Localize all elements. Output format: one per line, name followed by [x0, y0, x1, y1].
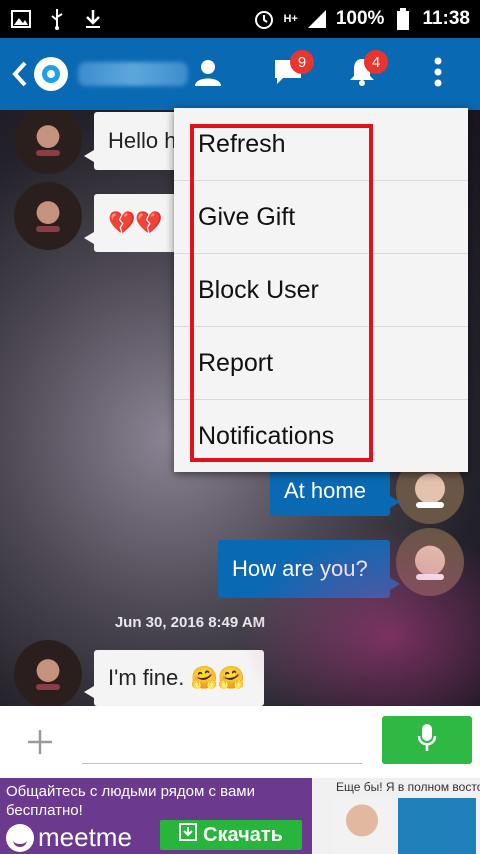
profile-icon: [194, 58, 222, 91]
message-text: At home: [284, 478, 366, 503]
microphone-icon: [417, 723, 437, 758]
message-text: I'm fine. 🤗🤗: [108, 665, 246, 690]
ad-brand: meetme: [38, 822, 132, 852]
notifications-button[interactable]: 4: [340, 50, 388, 96]
message-text: 💔💔: [108, 210, 163, 235]
status-bar: H+ 100% 11:38: [0, 0, 480, 38]
menu-item-block-user[interactable]: Block User: [174, 254, 468, 327]
overflow-menu-button[interactable]: [416, 52, 460, 96]
app-bar: 9 4: [0, 38, 480, 110]
avatar[interactable]: [14, 110, 82, 174]
avatar[interactable]: [396, 528, 464, 596]
battery-percent: 100%: [335, 8, 385, 29]
usb-icon: [46, 8, 68, 30]
chat-badge: 9: [290, 50, 314, 74]
menu-item-report[interactable]: Report: [174, 327, 468, 400]
clock: 11:38: [422, 8, 470, 29]
date-separator: Jun 30, 2016 8:49 AM: [114, 614, 266, 631]
ad-banner[interactable]: Общайтесь с людьми рядом с вами бесплатн…: [0, 778, 480, 854]
overflow-menu: Refresh Give Gift Block User Report Noti…: [174, 108, 468, 472]
gallery-icon: [10, 8, 32, 30]
back-arrow-icon[interactable]: [8, 54, 32, 94]
message-bubble-incoming[interactable]: I'm fine. 🤗🤗: [84, 650, 264, 706]
ad-logo: meetme: [6, 822, 132, 853]
download-box-icon: [179, 823, 198, 847]
message-text: How are you?: [232, 556, 368, 581]
meetme-face-icon: [6, 823, 34, 852]
ad-download-button[interactable]: Скачать: [160, 820, 302, 850]
signal-icon: [306, 8, 328, 30]
ad-photo-caption: Еще бы! Я в полном восто: [336, 780, 480, 794]
ad-photo-frame: [398, 798, 476, 854]
message-bubble-outgoing[interactable]: How are you?: [218, 540, 400, 598]
messages-button[interactable]: 9: [266, 50, 314, 96]
alarm-icon: [253, 8, 275, 30]
avatar[interactable]: [14, 182, 82, 250]
battery-icon: [392, 8, 414, 30]
message-input-bar: [0, 706, 480, 778]
plus-icon[interactable]: [20, 722, 60, 762]
download-icon: [82, 8, 104, 30]
overflow-menu-icon: [434, 57, 442, 92]
menu-item-notifications[interactable]: Notifications: [174, 400, 468, 473]
message-input[interactable]: [82, 720, 362, 764]
chat-partner-name[interactable]: [78, 62, 188, 86]
menu-item-refresh[interactable]: Refresh: [174, 108, 468, 181]
menu-item-give-gift[interactable]: Give Gift: [174, 181, 468, 254]
notification-badge: 4: [364, 50, 388, 74]
ad-photo-person: [332, 798, 392, 854]
ad-image: Еще бы! Я в полном восто: [312, 778, 480, 854]
ad-text: Общайтесь с людьми рядом с вами бесплатн…: [6, 783, 255, 819]
profile-button[interactable]: [186, 52, 230, 96]
avatar[interactable]: [14, 640, 82, 706]
message-bubble-outgoing[interactable]: At home: [270, 466, 400, 516]
network-type: H+: [283, 13, 298, 25]
ad-download-label: Скачать: [203, 823, 283, 846]
app-logo-icon[interactable]: [34, 57, 68, 91]
mic-button[interactable]: [382, 716, 472, 764]
message-text: Hello h: [108, 128, 177, 153]
